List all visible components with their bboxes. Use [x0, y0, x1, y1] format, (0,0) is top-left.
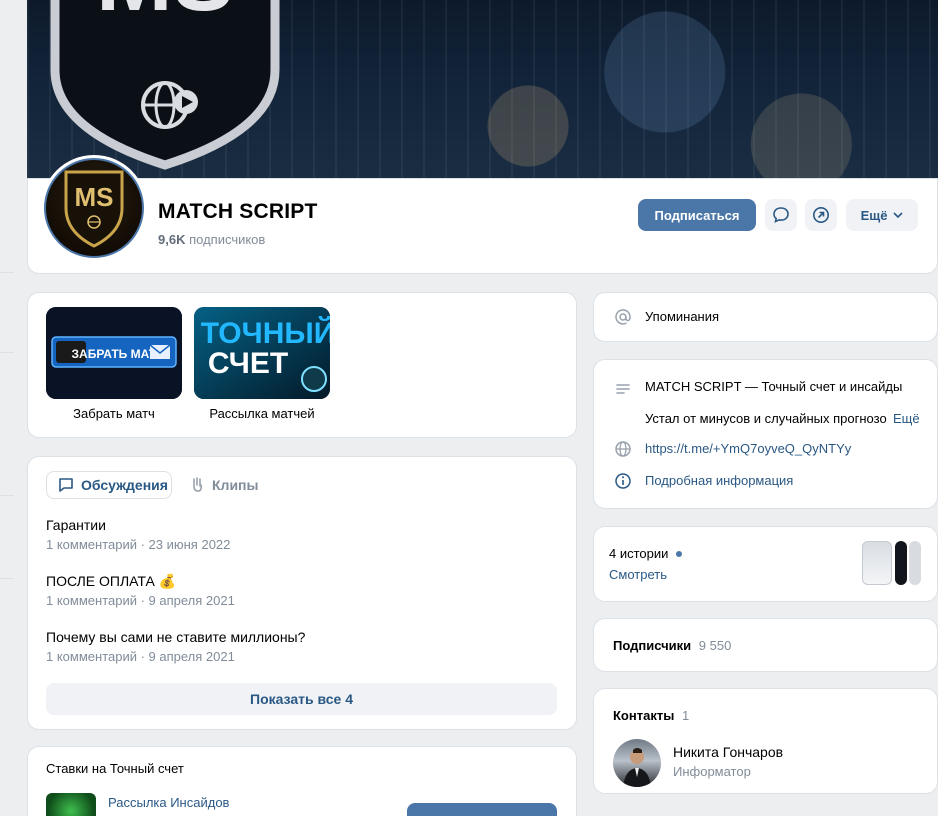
- tab-label: Клипы: [212, 477, 259, 493]
- cover-logo-text: MS: [96, 0, 234, 30]
- contacts-title: Контакты: [613, 708, 675, 723]
- app-label[interactable]: Забрать матч: [46, 406, 182, 421]
- cover-image: MS: [27, 0, 938, 180]
- story-thumbnail[interactable]: [862, 541, 892, 585]
- at-sign-icon: [613, 307, 633, 327]
- globe-icon: [613, 439, 633, 459]
- stories-count: 4 истории: [609, 546, 683, 561]
- description-icon: [613, 379, 633, 399]
- app-tile-rassylka[interactable]: ТОЧНЫЙ СЧЕТ: [194, 307, 330, 399]
- unread-dot: [676, 550, 683, 557]
- story-thumbnail[interactable]: [909, 541, 921, 585]
- app-tile-image: ТОЧНЫЙ СЧЕТ: [194, 307, 330, 399]
- message-icon: [773, 207, 789, 223]
- bets-card-title: Ставки на Точный счет: [46, 761, 184, 776]
- contact-name[interactable]: Никита Гончаров: [673, 744, 783, 760]
- show-all-button[interactable]: Показать все 4: [46, 683, 557, 715]
- app-tile-image: ЗАБРАТЬ МАТЧ: [46, 307, 182, 399]
- discussion-icon: [59, 478, 73, 492]
- subscribers-header: Подписчики 9 550: [613, 638, 731, 653]
- subscribers-label: подписчиков: [189, 232, 266, 247]
- discussion-meta: 1 комментарий · 9 апреля 2021: [46, 649, 235, 664]
- bets-item-link[interactable]: Рассылка Инсайдов: [108, 795, 229, 810]
- stories-view-link[interactable]: Смотреть: [609, 567, 667, 582]
- discussion-title[interactable]: ПОСЛЕ ОПЛАТА 💰: [46, 573, 176, 590]
- left-divider: [0, 272, 14, 273]
- left-divider: [0, 352, 14, 353]
- tab-label: Обсуждения: [81, 477, 168, 493]
- app-tile-zabrat-match[interactable]: ЗАБРАТЬ МАТЧ: [46, 307, 182, 399]
- discussion-date: 9 апреля 2021: [148, 649, 235, 664]
- bets-item-thumbnail[interactable]: [46, 793, 96, 816]
- svg-text:MS: MS: [75, 182, 114, 212]
- contacts-count: 1: [681, 708, 690, 723]
- subscribe-button[interactable]: Подписаться: [638, 199, 756, 231]
- discussion-meta: 1 комментарий · 9 апреля 2021: [46, 593, 235, 608]
- description-text: Устал от минусов и случайных прогнозо: [645, 411, 887, 426]
- contact-avatar[interactable]: [613, 739, 661, 787]
- subscribers-title: Подписчики: [613, 638, 692, 653]
- discussion-date: 9 апреля 2021: [148, 593, 235, 608]
- page-title: MATCH SCRIPT: [158, 200, 318, 223]
- left-divider: [0, 578, 14, 579]
- discussion-date: 23 июня 2022: [148, 537, 231, 552]
- app-tile-text-1: ТОЧНЫЙ: [201, 316, 330, 350]
- contact-avatar-image: [623, 748, 651, 787]
- stories-count-label: 4 истории: [609, 546, 669, 561]
- info-icon: [613, 471, 633, 491]
- group-avatar[interactable]: MS: [41, 155, 147, 261]
- more-button-label: Ещё: [860, 207, 888, 223]
- left-divider: [0, 495, 14, 496]
- story-thumbnail[interactable]: [895, 541, 907, 585]
- mentions-label: Упоминания: [645, 309, 720, 324]
- description-more-link[interactable]: Ещё: [893, 411, 920, 426]
- discussion-meta: 1 комментарий · 23 июня 2022: [46, 537, 231, 552]
- more-button[interactable]: Ещё: [846, 199, 918, 231]
- subscribers-count: 9,6K: [158, 232, 186, 247]
- subscribers-total: 9 550: [698, 638, 732, 653]
- discussion-comments: 1 комментарий: [46, 537, 137, 552]
- chevron-down-icon: [893, 212, 904, 218]
- discussion-comments: 1 комментарий: [46, 649, 137, 664]
- discussion-title[interactable]: Почему вы сами не ставите миллионы?: [46, 629, 305, 645]
- discussion-comments: 1 комментарий: [46, 593, 137, 608]
- tab-discussions[interactable]: Обсуждения: [46, 471, 172, 499]
- contacts-header[interactable]: Контакты 1: [613, 708, 689, 723]
- contact-role: Информатор: [673, 764, 751, 779]
- app-tile-text-2: СЧЕТ: [208, 347, 288, 380]
- share-icon: [813, 207, 829, 223]
- group-link[interactable]: https://t.me/+YmQ7oyveQ_QyNTYy: [645, 441, 851, 456]
- clips-icon: [193, 477, 202, 492]
- discussion-title[interactable]: Гарантии: [46, 517, 106, 533]
- tab-clips[interactable]: Клипы: [188, 471, 258, 499]
- description-title: MATCH SCRIPT — Точный счет и инсайды: [645, 379, 903, 394]
- shield-logo-icon: MS: [50, 0, 280, 170]
- subscribers-summary[interactable]: 9,6K подписчиков: [158, 232, 265, 247]
- share-button[interactable]: [805, 199, 837, 231]
- group-header-card: [27, 178, 938, 274]
- bets-item-button[interactable]: [407, 803, 557, 816]
- message-button[interactable]: [765, 199, 797, 231]
- details-link[interactable]: Подробная информация: [645, 473, 793, 488]
- app-label[interactable]: Рассылка матчей: [194, 406, 330, 421]
- avatar-logo-icon: MS: [64, 170, 124, 248]
